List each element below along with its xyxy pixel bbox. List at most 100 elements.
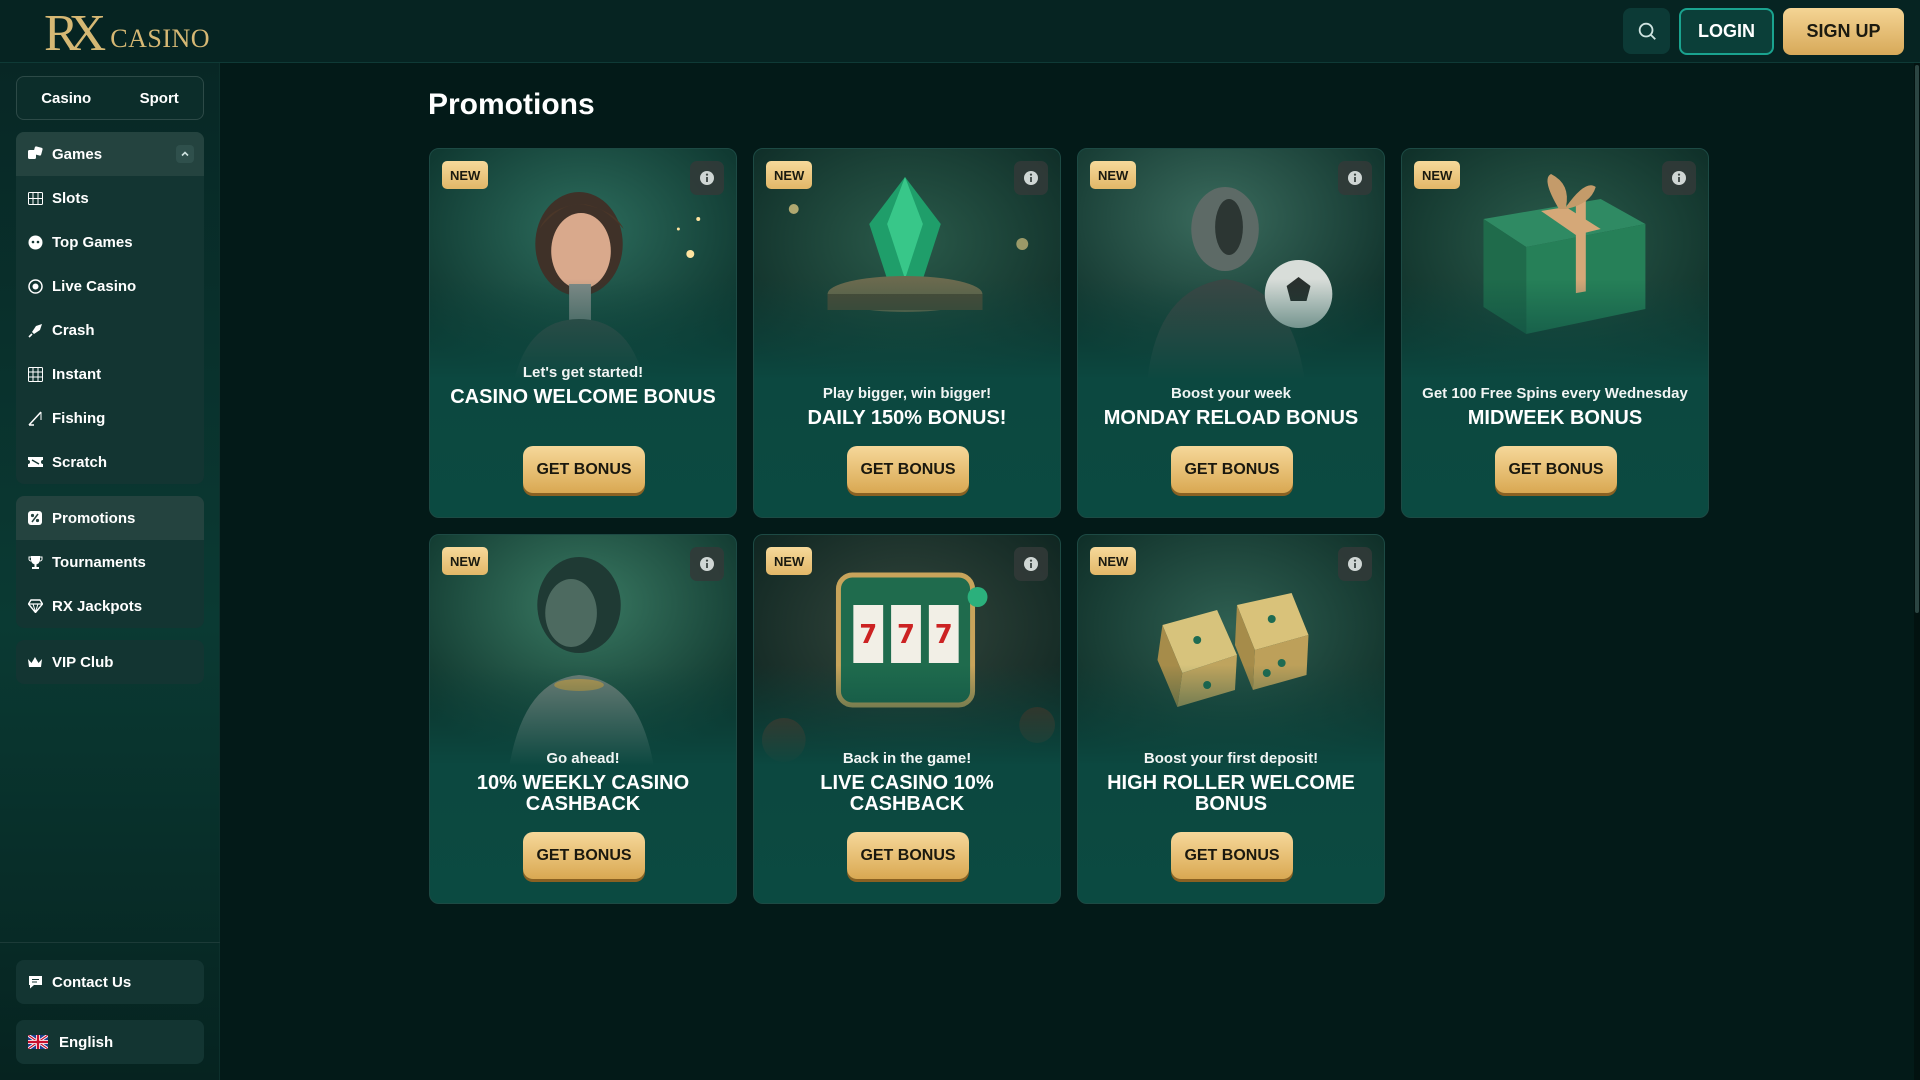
promo-card[interactable]: NEW Boost your first deposit! HIGH ROLLE…: [1077, 534, 1385, 904]
promo-card[interactable]: NEW Go ahead! 10% WEEKLY CASINO CASHBACK…: [429, 534, 737, 904]
sidebar-item-contact-us[interactable]: Contact Us: [16, 960, 204, 1004]
new-badge: NEW: [442, 547, 489, 575]
sidebar-item-label: VIP Club: [52, 653, 114, 671]
scrollbar-thumb[interactable]: [1915, 65, 1919, 613]
card-title: DAILY 150% BONUS!: [807, 407, 1007, 429]
info-icon: [1348, 557, 1362, 571]
sidebar-item-games[interactable]: Games: [16, 132, 204, 176]
sidebar-item-top-games[interactable]: Top Games: [16, 220, 204, 264]
sidebar: Casino Sport Games Slots Top Games Live …: [0, 63, 220, 1080]
info-button[interactable]: [690, 161, 724, 195]
sidebar-item-scratch[interactable]: Scratch: [16, 440, 204, 484]
svg-text:7: 7: [859, 620, 877, 650]
card-title: MONDAY RELOAD BONUS: [1103, 407, 1359, 429]
mode-switch: Casino Sport: [16, 76, 204, 120]
crash-icon: [27, 322, 43, 338]
search-button[interactable]: [1623, 8, 1670, 54]
sidebar-divider: [0, 942, 220, 943]
info-button[interactable]: [1662, 161, 1696, 195]
signup-button[interactable]: SIGN UP: [1783, 8, 1904, 55]
sidebar-item-fishing[interactable]: Fishing: [16, 396, 204, 440]
get-bonus-button[interactable]: GET BONUS: [1171, 446, 1293, 493]
new-badge: NEW: [766, 547, 813, 575]
games-group: Games Slots Top Games Live Casino Crash …: [16, 132, 204, 484]
card-text: Back in the game! LIVE CASINO 10% CASHBA…: [754, 750, 1060, 815]
new-badge: NEW: [442, 161, 489, 189]
sidebar-item-crash[interactable]: Crash: [16, 308, 204, 352]
new-badge: NEW: [766, 161, 813, 189]
login-button[interactable]: LOGIN: [1679, 8, 1774, 55]
trophy-icon: [27, 554, 43, 570]
promo-card[interactable]: 7 7 7 NEW Back in the game! LIVE CASINO …: [753, 534, 1061, 904]
page-title: Promotions: [428, 88, 595, 121]
contact-group: Contact Us: [16, 960, 204, 1004]
get-bonus-button[interactable]: GET BONUS: [847, 446, 969, 493]
sidebar-item-vip-club[interactable]: VIP Club: [16, 640, 204, 684]
rx-casino-logo[interactable]: RX CASINO: [44, 4, 210, 60]
get-bonus-button[interactable]: GET BONUS: [847, 832, 969, 879]
promo-card[interactable]: NEW Play bigger, win bigger! DAILY 150% …: [753, 148, 1061, 518]
instant-icon: [27, 366, 43, 382]
logo-mark: RX: [44, 5, 106, 62]
card-subtitle: Let's get started!: [522, 364, 644, 381]
get-bonus-button[interactable]: GET BONUS: [1171, 832, 1293, 879]
card-title: 10% WEEKLY CASINO CASHBACK: [476, 772, 690, 815]
info-button[interactable]: [1338, 161, 1372, 195]
info-icon: [1672, 171, 1686, 185]
tab-casino[interactable]: Casino: [41, 90, 91, 107]
sidebar-item-label: Promotions: [52, 509, 136, 527]
new-badge: NEW: [1414, 161, 1461, 189]
card-text: Boost your first deposit! HIGH ROLLER WE…: [1078, 750, 1384, 815]
svg-text:7: 7: [897, 620, 915, 650]
get-bonus-button[interactable]: GET BONUS: [523, 832, 645, 879]
sidebar-item-label: Live Casino: [52, 277, 137, 295]
sidebar-item-live-casino[interactable]: Live Casino: [16, 264, 204, 308]
search-icon: [1638, 22, 1656, 40]
top-bar: RX CASINO LOGIN SIGN UP: [0, 0, 1920, 63]
sidebar-item-instant[interactable]: Instant: [16, 352, 204, 396]
promo-group: Promotions Tournaments RX Jackpots: [16, 496, 204, 628]
live-casino-icon: [27, 278, 43, 294]
info-icon: [1024, 171, 1038, 185]
get-bonus-button[interactable]: GET BONUS: [523, 446, 645, 493]
promo-card[interactable]: NEW Get 100 Free Spins every Wednesday M…: [1401, 148, 1709, 518]
info-button[interactable]: [690, 547, 724, 581]
card-subtitle: Play bigger, win bigger!: [822, 385, 992, 402]
scratch-icon: [27, 454, 43, 470]
sidebar-item-label: Crash: [52, 321, 95, 339]
promo-card[interactable]: NEW Let's get started! CASINO WELCOME BO…: [429, 148, 737, 518]
promo-card[interactable]: NEW Boost your week MONDAY RELOAD BONUS …: [1077, 148, 1385, 518]
slots-icon: [27, 190, 43, 206]
sidebar-item-label: Tournaments: [52, 553, 146, 571]
chevron-up-icon[interactable]: [176, 145, 194, 163]
vip-group: VIP Club: [16, 640, 204, 684]
info-button[interactable]: [1338, 547, 1372, 581]
sidebar-item-slots[interactable]: Slots: [16, 176, 204, 220]
new-badge: NEW: [1090, 161, 1137, 189]
tab-sport[interactable]: Sport: [140, 90, 179, 107]
info-button[interactable]: [1014, 547, 1048, 581]
get-bonus-button[interactable]: GET BONUS: [1495, 446, 1617, 493]
card-title: MIDWEEK BONUS: [1467, 407, 1643, 429]
card-subtitle: Back in the game!: [842, 750, 972, 767]
info-icon: [700, 557, 714, 571]
language-selector[interactable]: English: [16, 1020, 204, 1064]
sidebar-item-label: Instant: [52, 365, 102, 383]
card-subtitle: Go ahead!: [546, 750, 620, 767]
sidebar-item-label: Top Games: [52, 233, 133, 251]
games-icon: [27, 146, 43, 162]
chat-icon: [27, 974, 43, 990]
fishing-icon: [27, 410, 43, 426]
sidebar-item-tournaments[interactable]: Tournaments: [16, 540, 204, 584]
info-button[interactable]: [1014, 161, 1048, 195]
new-badge: NEW: [1090, 547, 1137, 575]
card-title: LIVE CASINO 10% CASHBACK: [820, 772, 994, 815]
card-text: Go ahead! 10% WEEKLY CASINO CASHBACK: [430, 750, 736, 815]
sidebar-item-rx-jackpots[interactable]: RX Jackpots: [16, 584, 204, 628]
card-text: Let's get started! CASINO WELCOME BONUS: [430, 364, 736, 408]
language-group: English: [16, 1020, 204, 1064]
logo-word: CASINO: [110, 24, 211, 53]
sidebar-item-label: Fishing: [52, 409, 106, 427]
promotions-icon: [27, 510, 43, 526]
sidebar-item-promotions[interactable]: Promotions: [16, 496, 204, 540]
